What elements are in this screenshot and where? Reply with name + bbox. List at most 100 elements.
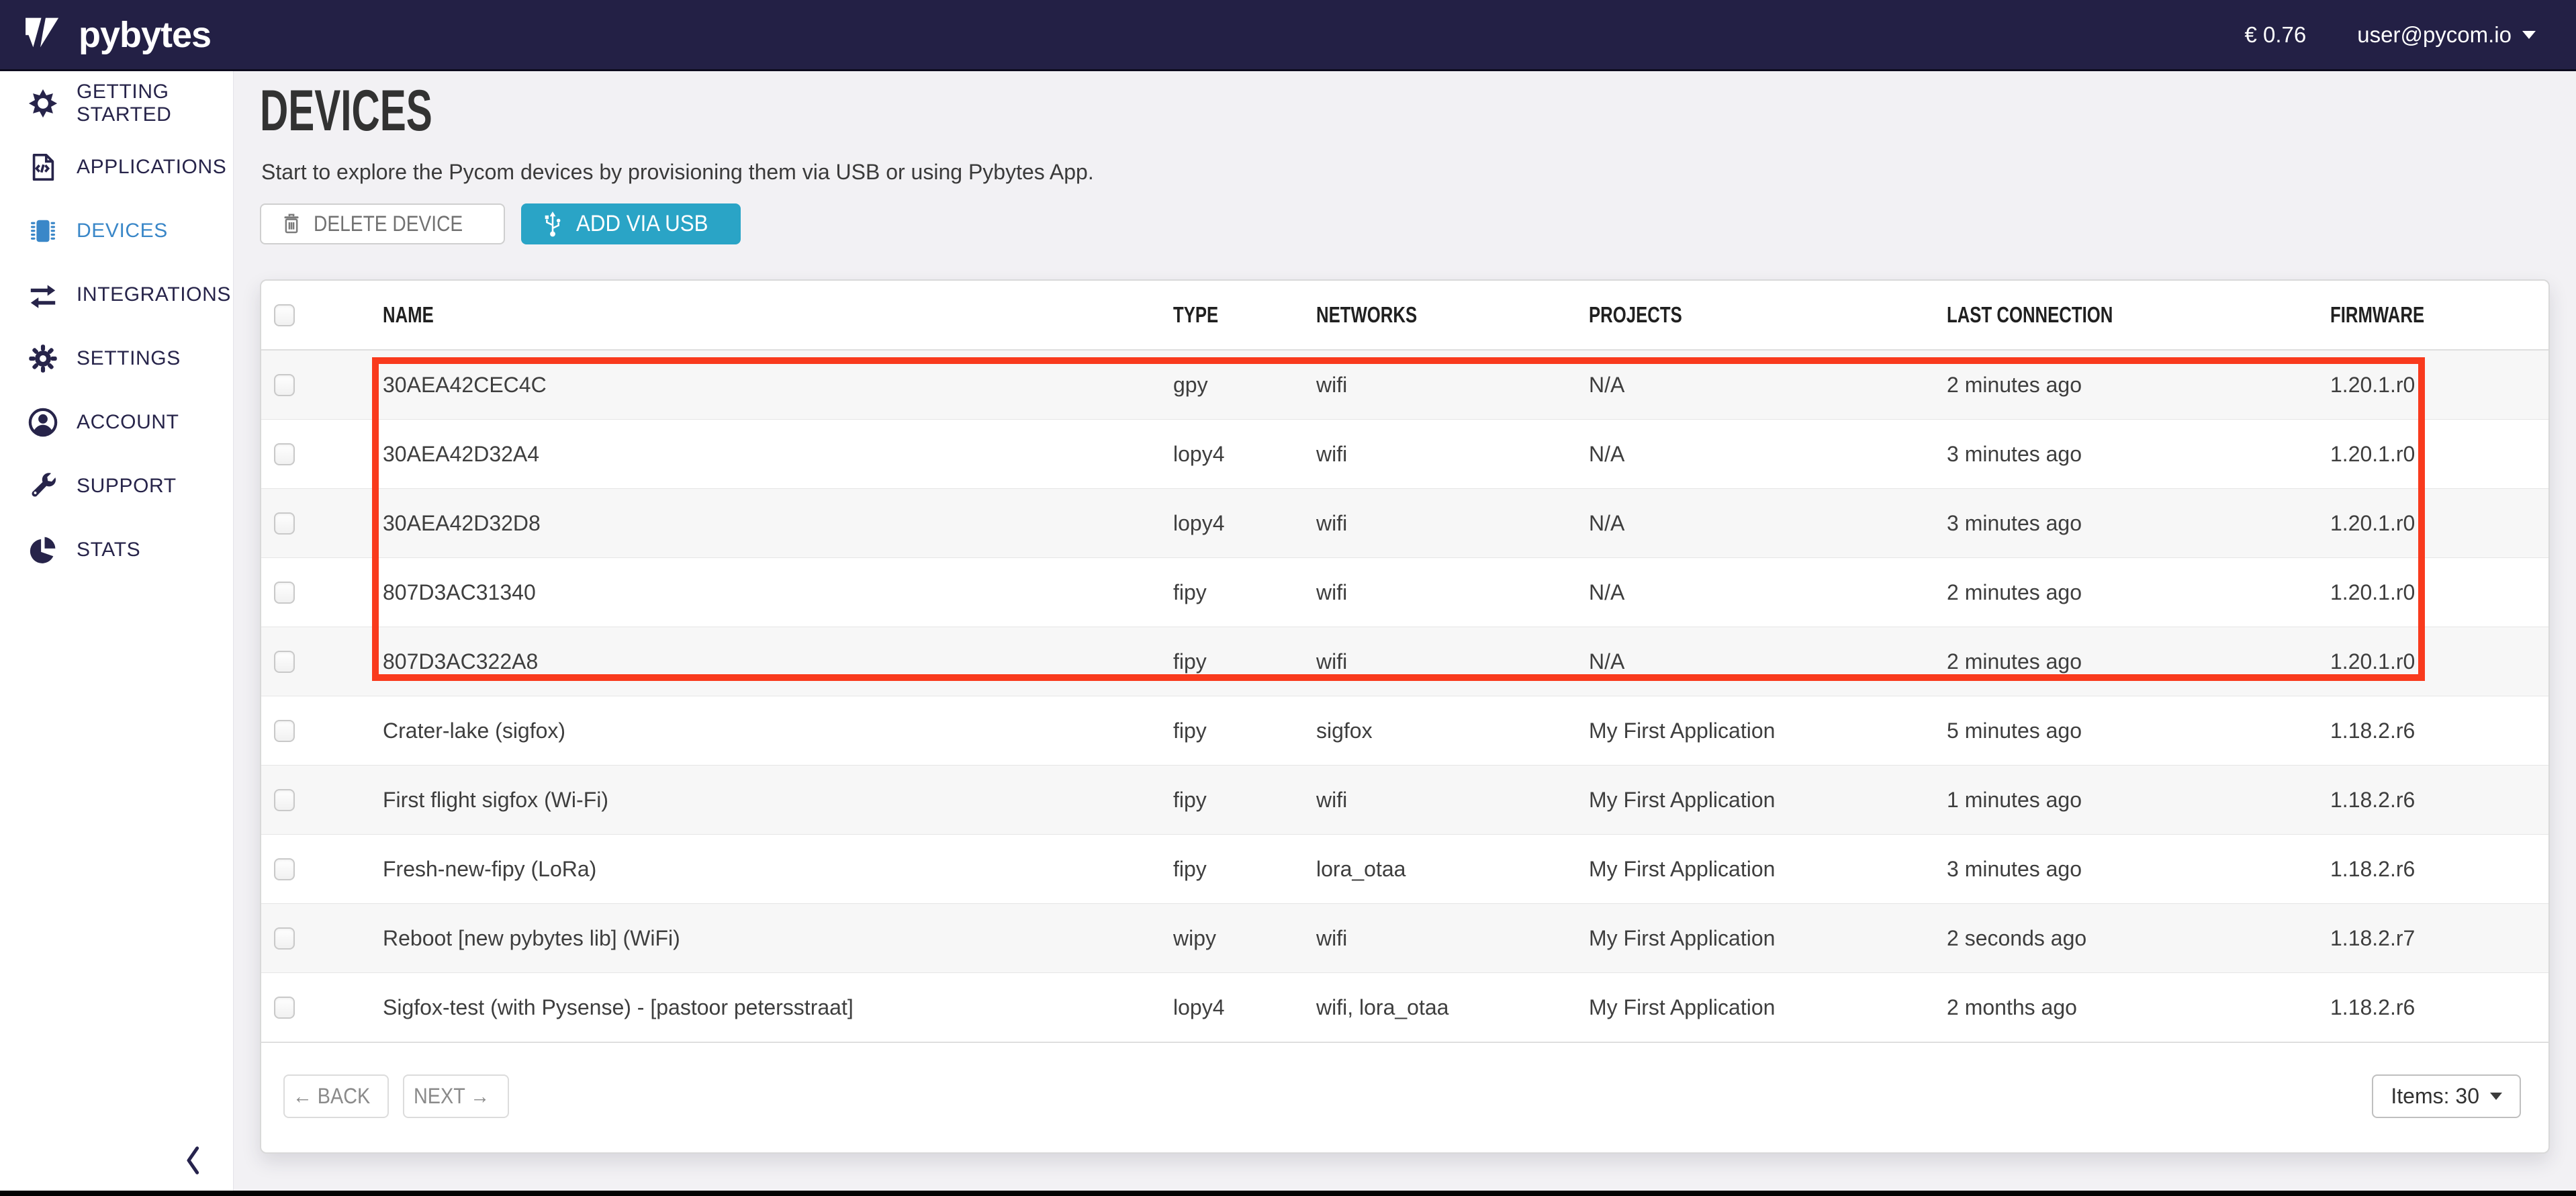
- sidebar-item-label: DEVICES: [77, 220, 168, 242]
- table-row[interactable]: 807D3AC31340fipywifiN/A2 minutes ago1.20…: [261, 558, 2548, 627]
- back-button[interactable]: ← BACK: [283, 1074, 389, 1118]
- cell-last_connection: 2 seconds ago: [1947, 926, 2317, 951]
- pie-chart-icon: [27, 534, 59, 566]
- sidebar-item-support[interactable]: SUPPORT: [0, 454, 233, 518]
- table-row[interactable]: 30AEA42D32D8lopy4wifiN/A3 minutes ago1.2…: [261, 489, 2548, 558]
- items-per-page-dropdown[interactable]: Items: 30: [2372, 1074, 2521, 1118]
- cell-last_connection: 3 minutes ago: [1947, 857, 2317, 882]
- next-button[interactable]: NEXT →: [403, 1074, 509, 1118]
- column-header-name: NAME: [383, 302, 1173, 328]
- sidebar-item-label: APPLICATIONS: [77, 156, 226, 179]
- chevron-down-icon: [2490, 1093, 2502, 1100]
- table-row[interactable]: 30AEA42D32A4lopy4wifiN/A3 minutes ago1.2…: [261, 420, 2548, 489]
- sidebar-item-account[interactable]: ACCOUNT: [0, 390, 233, 454]
- cell-projects: My First Application: [1589, 926, 1947, 951]
- cell-firmware: 1.20.1.r0: [2317, 511, 2548, 536]
- chevron-left-icon: [180, 1142, 207, 1179]
- pycom-logo-icon: [25, 17, 68, 52]
- sidebar-item-getting-started[interactable]: GETTING STARTED: [0, 71, 233, 135]
- cell-type: lopy4: [1173, 511, 1316, 536]
- cell-projects: N/A: [1589, 580, 1947, 605]
- arrows-swap-icon: [27, 279, 59, 311]
- table-row[interactable]: First flight sigfox (Wi-Fi)fipywifiMy Fi…: [261, 766, 2548, 835]
- row-checkbox[interactable]: [274, 720, 295, 742]
- row-checkbox[interactable]: [274, 651, 295, 673]
- row-checkbox[interactable]: [274, 582, 295, 604]
- add-via-usb-label: ADD VIA USB: [576, 211, 708, 237]
- cell-last_connection: 3 minutes ago: [1947, 511, 2317, 536]
- usb-icon: [543, 211, 563, 238]
- row-checkbox[interactable]: [274, 997, 295, 1019]
- column-header-last-connection: LAST CONNECTION: [1947, 302, 2317, 328]
- toolbar: DELETE DEVICE ADD VIA USB: [260, 203, 741, 244]
- sidebar-item-integrations[interactable]: INTEGRATIONS: [0, 263, 233, 326]
- table-row[interactable]: 30AEA42CEC4CgpywifiN/A2 minutes ago1.20.…: [261, 351, 2548, 420]
- sidebar-item-label: INTEGRATIONS: [77, 283, 231, 306]
- cell-projects: My First Application: [1589, 788, 1947, 813]
- cell-projects: N/A: [1589, 649, 1947, 674]
- table-row[interactable]: Crater-lake (sigfox)fipysigfoxMy First A…: [261, 696, 2548, 766]
- cell-type: fipy: [1173, 719, 1316, 743]
- cell-firmware: 1.18.2.r7: [2317, 926, 2548, 951]
- sidebar-item-label: ACCOUNT: [77, 411, 179, 434]
- table-body: 30AEA42CEC4CgpywifiN/A2 minutes ago1.20.…: [261, 351, 2548, 1043]
- cell-firmware: 1.18.2.r6: [2317, 995, 2548, 1020]
- table-row[interactable]: Reboot [new pybytes lib] (WiFi)wipywifiM…: [261, 904, 2548, 973]
- bottom-edge-bar: [0, 1191, 2576, 1196]
- cell-last_connection: 5 minutes ago: [1947, 719, 2317, 743]
- sidebar-item-applications[interactable]: APPLICATIONS: [0, 135, 233, 199]
- wrench-icon: [27, 470, 59, 502]
- devices-card: NAME TYPE NETWORKS PROJECTS LAST CONNECT…: [260, 279, 2550, 1154]
- logo[interactable]: pybytes: [25, 17, 211, 53]
- cell-networks: wifi: [1316, 649, 1589, 674]
- sidebar-nav: GETTING STARTED APPLICATIONS DEVICES INTEGR…: [0, 71, 233, 582]
- add-via-usb-button[interactable]: ADD VIA USB: [521, 203, 741, 244]
- cell-firmware: 1.18.2.r6: [2317, 788, 2548, 813]
- row-checkbox[interactable]: [274, 858, 295, 880]
- sidebar: GETTING STARTED APPLICATIONS DEVICES INTEGR…: [0, 71, 234, 1191]
- cell-projects: My First Application: [1589, 857, 1947, 882]
- table-header: NAME TYPE NETWORKS PROJECTS LAST CONNECT…: [261, 281, 2548, 351]
- cell-type: lopy4: [1173, 442, 1316, 467]
- delete-device-button[interactable]: DELETE DEVICE: [260, 203, 505, 244]
- cell-type: lopy4: [1173, 995, 1316, 1020]
- cell-last_connection: 2 minutes ago: [1947, 580, 2317, 605]
- sidebar-item-stats[interactable]: STATS: [0, 518, 233, 582]
- table-row[interactable]: Sigfox-test (with Pysense) - [pastoor pe…: [261, 973, 2548, 1042]
- user-menu[interactable]: user@pycom.io: [2357, 22, 2536, 48]
- cell-name: Crater-lake (sigfox): [383, 719, 1173, 743]
- cell-projects: N/A: [1589, 511, 1947, 536]
- page-subtitle: Start to explore the Pycom devices by pr…: [261, 160, 1094, 185]
- sidebar-item-devices[interactable]: DEVICES: [0, 199, 233, 263]
- row-checkbox[interactable]: [274, 374, 295, 396]
- cell-projects: N/A: [1589, 442, 1947, 467]
- cell-type: fipy: [1173, 649, 1316, 674]
- sidebar-item-label: SUPPORT: [77, 475, 177, 498]
- chip-icon: [27, 215, 59, 247]
- trash-icon: [281, 213, 302, 235]
- row-checkbox[interactable]: [274, 927, 295, 950]
- cell-networks: wifi: [1316, 373, 1589, 398]
- code-file-icon: [27, 151, 59, 183]
- cell-networks: wifi, lora_otaa: [1316, 995, 1589, 1020]
- sidebar-collapse-button[interactable]: [179, 1140, 208, 1181]
- sidebar-item-settings[interactable]: SETTINGS: [0, 326, 233, 390]
- cell-last_connection: 2 minutes ago: [1947, 373, 2317, 398]
- table-row[interactable]: 807D3AC322A8fipywifiN/A2 minutes ago1.20…: [261, 627, 2548, 696]
- row-checkbox[interactable]: [274, 443, 295, 465]
- cell-networks: sigfox: [1316, 719, 1589, 743]
- gear-icon: [27, 342, 59, 375]
- select-all-checkbox[interactable]: [274, 304, 295, 326]
- delete-device-label: DELETE DEVICE: [314, 212, 463, 236]
- table-row[interactable]: Fresh-new-fipy (LoRa)fipylora_otaaMy Fir…: [261, 835, 2548, 904]
- topbar: pybytes € 0.76 user@pycom.io: [0, 0, 2576, 71]
- cell-name: 807D3AC31340: [383, 580, 1173, 605]
- cell-projects: My First Application: [1589, 995, 1947, 1020]
- cell-name: 30AEA42D32D8: [383, 511, 1173, 536]
- column-header-type: TYPE: [1173, 302, 1316, 328]
- row-checkbox[interactable]: [274, 512, 295, 535]
- cell-firmware: 1.20.1.r0: [2317, 373, 2548, 398]
- row-checkbox[interactable]: [274, 789, 295, 811]
- cell-type: fipy: [1173, 857, 1316, 882]
- balance: € 0.76: [2245, 22, 2307, 48]
